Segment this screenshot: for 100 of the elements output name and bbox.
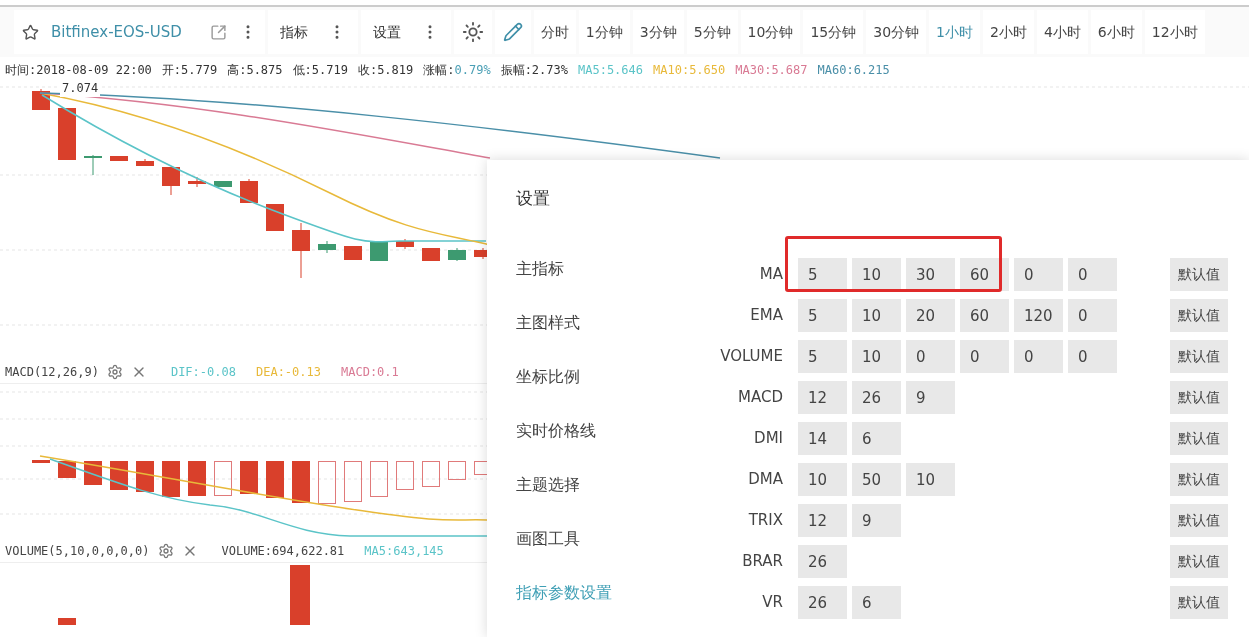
quote-field: 振幅:2.73%	[500, 61, 568, 79]
quote-field: 收:5.819	[357, 61, 414, 79]
candlestick	[188, 176, 206, 188]
param-label: DMI	[753, 428, 784, 450]
param-input[interactable]: 30	[906, 258, 955, 291]
param-input[interactable]: 0	[1068, 299, 1117, 332]
settings-menu-item[interactable]: 画图工具	[516, 512, 700, 566]
candlestick	[162, 166, 180, 196]
settings-menu-item[interactable]: 主指标	[516, 242, 700, 296]
volume-bar	[290, 565, 310, 625]
volume-bar	[58, 618, 76, 625]
quote-field: 高:5.875	[227, 61, 283, 79]
timeframe-tab[interactable]: 5分钟	[686, 10, 738, 54]
param-input[interactable]: 10	[906, 463, 955, 496]
param-input[interactable]: 9	[906, 381, 955, 414]
timeframe-tab[interactable]: 10分钟	[740, 10, 801, 54]
histogram-bar	[422, 461, 440, 487]
param-input[interactable]: 0	[960, 340, 1009, 373]
param-input[interactable]: 60	[960, 258, 1009, 291]
param-input[interactable]: 5	[798, 299, 847, 332]
indicator-title: MACD(12,26,9)	[5, 363, 99, 381]
default-button[interactable]: 默认值	[1170, 545, 1228, 578]
default-button[interactable]: 默认值	[1170, 586, 1228, 619]
default-button[interactable]: 默认值	[1170, 258, 1228, 291]
settings-icon[interactable]	[157, 542, 174, 559]
quote-field: 涨幅:0.79%	[423, 61, 491, 79]
sun-icon[interactable]	[461, 21, 484, 43]
pencil-icon[interactable]	[502, 22, 523, 42]
param-input[interactable]: 26	[852, 381, 901, 414]
param-input[interactable]: 0	[1014, 258, 1063, 291]
param-input[interactable]: 14	[798, 422, 847, 455]
ma-value: MA30:5.687	[735, 62, 808, 79]
param-input[interactable]: 0	[1068, 340, 1117, 373]
param-input[interactable]: 10	[852, 340, 901, 373]
candlestick	[370, 240, 388, 262]
default-button[interactable]: 默认值	[1170, 463, 1228, 496]
param-input[interactable]: 0	[1014, 340, 1063, 373]
default-button[interactable]: 默认值	[1170, 381, 1228, 414]
param-input[interactable]: 26	[798, 586, 847, 619]
external-link-icon[interactable]	[209, 23, 227, 41]
settings-title: 设置	[516, 187, 551, 210]
timeframe-tab[interactable]: 12小时	[1144, 10, 1205, 54]
timeframe-tab[interactable]: 15分钟	[803, 10, 864, 54]
settings-icon[interactable]	[106, 363, 123, 380]
param-input[interactable]: 10	[852, 258, 901, 291]
param-input[interactable]: 5	[798, 340, 847, 373]
histogram-bar	[32, 460, 50, 463]
param-input[interactable]: 20	[906, 299, 955, 332]
param-input[interactable]: 120	[1014, 299, 1063, 332]
settings-menu-item[interactable]: 实时价格线	[516, 404, 700, 458]
param-label: EMA	[749, 305, 784, 327]
param-input[interactable]: 10	[852, 299, 901, 332]
timeframe-tab[interactable]: 6小时	[1090, 10, 1142, 54]
quote-field: 低:5.719	[292, 61, 348, 79]
histogram-bar	[318, 461, 336, 504]
param-input[interactable]: 26	[798, 545, 847, 578]
param-input[interactable]: 50	[852, 463, 901, 496]
histogram-bar	[344, 461, 362, 502]
param-input[interactable]: 9	[852, 504, 901, 537]
param-input[interactable]: 12	[798, 381, 847, 414]
timeframe-tab[interactable]: 3分钟	[632, 10, 684, 54]
candlestick	[344, 245, 362, 261]
param-input[interactable]: 10	[798, 463, 847, 496]
param-input[interactable]: 6	[852, 586, 901, 619]
indicator-value: MACD:0.1	[341, 363, 399, 381]
indicator-value: VOLUME:694,622.81	[221, 542, 345, 560]
param-input[interactable]: 6	[852, 422, 901, 455]
timeframe-tab[interactable]: 4小时	[1036, 10, 1088, 54]
histogram-bar	[214, 461, 232, 496]
timeframe-tab[interactable]: 分时	[533, 10, 576, 54]
default-button[interactable]: 默认值	[1170, 504, 1228, 537]
timeframe-tab[interactable]: 1分钟	[578, 10, 630, 54]
histogram-bar	[370, 461, 388, 497]
timeframe-tab[interactable]: 2小时	[983, 10, 1034, 54]
ma-value: MA60:6.215	[817, 62, 890, 79]
candlestick	[292, 222, 310, 279]
candlestick	[240, 178, 258, 204]
histogram-bar	[448, 461, 466, 480]
settings-menu-item[interactable]: 主题选择	[516, 458, 700, 512]
indicator-title: VOLUME(5,10,0,0,0,0)	[5, 542, 150, 560]
settings-menu-item[interactable]: 主图样式	[516, 296, 700, 350]
param-label: VOLUME	[719, 346, 784, 368]
param-input[interactable]: 0	[1068, 258, 1117, 291]
timeframe-tab[interactable]: 1小时	[929, 10, 980, 54]
histogram-bar	[396, 461, 414, 490]
star-icon[interactable]	[22, 23, 39, 41]
param-input[interactable]: 12	[798, 504, 847, 537]
param-input[interactable]: 5	[798, 258, 847, 291]
indicator-value: DIF:-0.08	[170, 363, 236, 381]
ma-value: MA10:5.650	[653, 62, 726, 79]
timeframe-tab[interactable]: 30分钟	[866, 10, 927, 54]
default-button[interactable]: 默认值	[1170, 422, 1228, 455]
settings-menu-item[interactable]: 坐标比例	[516, 350, 700, 404]
param-label: BRAR	[741, 551, 784, 573]
candlestick	[448, 247, 466, 262]
default-button[interactable]: 默认值	[1170, 299, 1228, 332]
candlestick	[32, 88, 50, 111]
param-input[interactable]: 60	[960, 299, 1009, 332]
default-button[interactable]: 默认值	[1170, 340, 1228, 373]
param-input[interactable]: 0	[906, 340, 955, 373]
